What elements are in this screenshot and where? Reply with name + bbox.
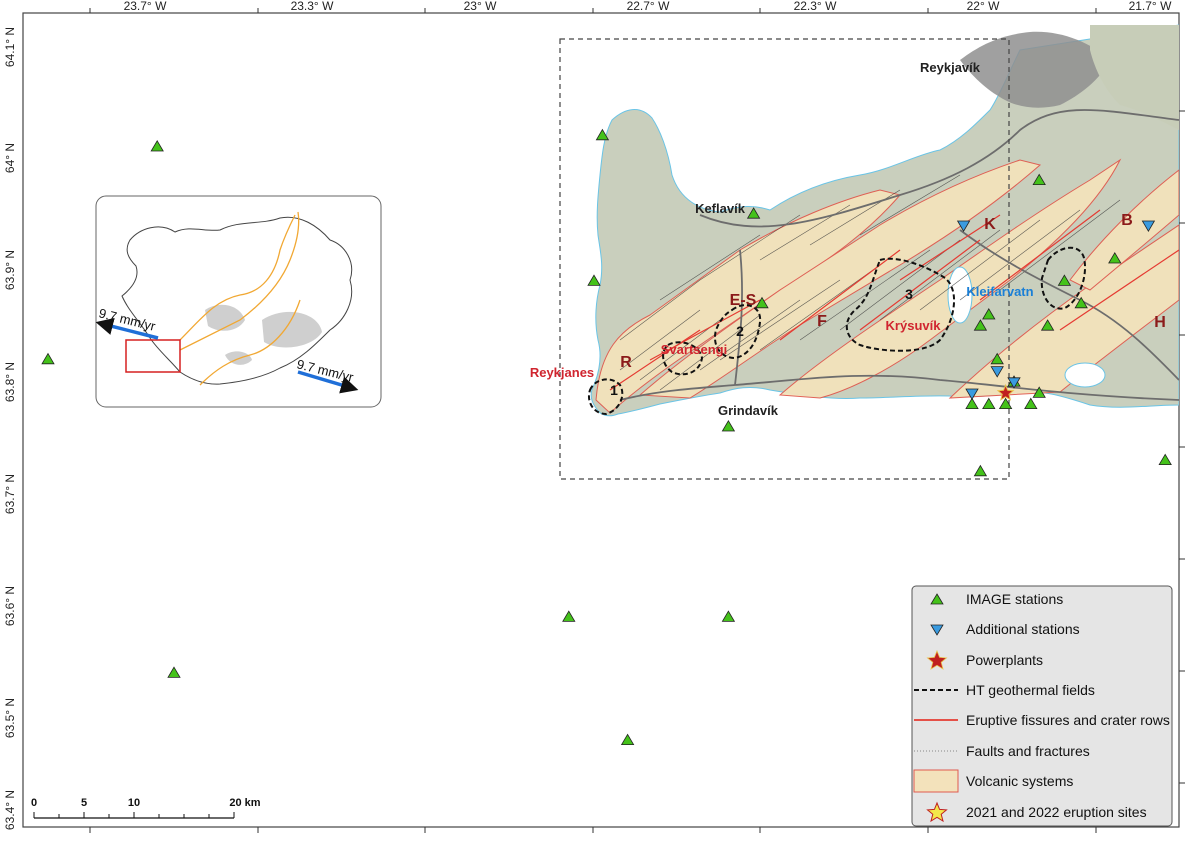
- left-tick-label: 63.9° N: [3, 250, 17, 290]
- label-krysuvik: Krýsuvík: [886, 318, 942, 333]
- top-tick-label: 23° W: [464, 0, 497, 13]
- label-keflavik: Keflavík: [695, 201, 746, 216]
- legend-label: HT geothermal fields: [966, 682, 1095, 698]
- vs-label-k: K: [984, 216, 996, 233]
- vs-label-es: E-S: [730, 292, 757, 309]
- scale-label: 5: [81, 797, 87, 809]
- top-tick-label: 22° W: [967, 0, 1000, 13]
- iceland-inset-map: 9.7 mm/yr 9.7 mm/yr: [95, 195, 382, 408]
- left-tick-label: 63.5° N: [3, 698, 17, 738]
- scale-label: 0: [31, 797, 37, 809]
- right-axis-ticks: [1179, 110, 1185, 784]
- legend-label: Eruptive fissures and crater rows: [966, 712, 1170, 728]
- left-axis: 64.1° N 64° N 63.9° N 63.8° N 63.7° N 63…: [3, 27, 17, 830]
- label-kleifarvatn: Kleifarvatn: [966, 284, 1033, 299]
- legend-label: 2021 and 2022 eruption sites: [966, 804, 1147, 820]
- left-tick-label: 64.1° N: [3, 27, 17, 67]
- left-tick-label: 64° N: [3, 143, 17, 173]
- vs-label-h: H: [1154, 314, 1166, 331]
- additional-station-marker: [1193, 299, 1200, 309]
- top-axis: 23.7° W 23.3° W 23° W 22.7° W 22.3° W 22…: [89, 0, 1172, 13]
- left-tick-label: 63.6° N: [3, 586, 17, 626]
- left-tick-label: 63.8° N: [3, 362, 17, 402]
- label-reykjavik: Reykjavík: [920, 60, 981, 75]
- scale-label: 20 km: [229, 797, 260, 809]
- top-tick-label: 23.3° W: [291, 0, 334, 13]
- bottom-axis-ticks: [89, 827, 1097, 833]
- field-number-2: 2: [736, 323, 744, 339]
- legend-label: Faults and fractures: [966, 743, 1090, 759]
- vs-label-b: B: [1121, 212, 1133, 229]
- legend-label: IMAGE stations: [966, 591, 1063, 607]
- scale-label: 10: [128, 797, 140, 809]
- field-number-3: 3: [905, 286, 913, 302]
- left-tick-label: 63.4° N: [3, 790, 17, 830]
- legend-volcanic-system-icon: [913, 769, 959, 793]
- label-svartsengi: Svartsengi: [661, 342, 727, 357]
- southern-lake: [1064, 362, 1106, 388]
- vs-label-r: R: [620, 354, 632, 371]
- label-grindavik: Grindavík: [718, 403, 779, 418]
- legend: IMAGE stations Additional stations Power…: [911, 585, 1173, 827]
- label-reykjanes: Reykjanes: [530, 365, 594, 380]
- field-number-1: 1: [610, 382, 618, 398]
- top-tick-label: 22.7° W: [627, 0, 670, 13]
- legend-label: Powerplants: [966, 652, 1043, 668]
- top-tick-label: 22.3° W: [794, 0, 837, 13]
- legend-label: Additional stations: [966, 621, 1080, 637]
- vs-label-f: F: [817, 313, 827, 330]
- legend-label: Volcanic systems: [966, 773, 1073, 789]
- top-tick-label: 23.7° W: [124, 0, 167, 13]
- reykjanes-peninsula-map: Reykjavík Keflavík Grindavík Reykjanes S…: [3, 0, 1200, 833]
- left-tick-label: 63.7° N: [3, 474, 17, 514]
- top-tick-label: 21.7° W: [1129, 0, 1172, 13]
